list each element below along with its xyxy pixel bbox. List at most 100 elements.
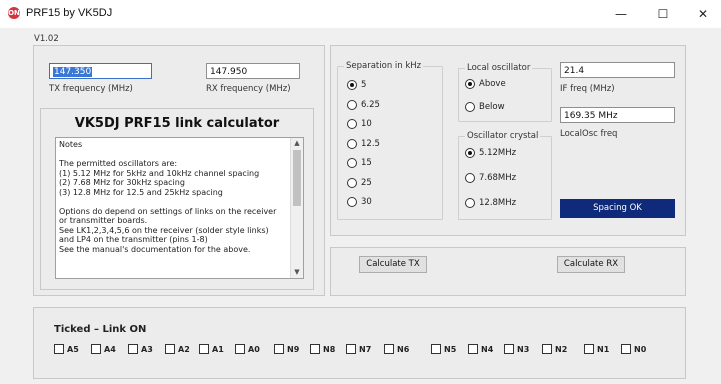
checkbox-box[interactable] xyxy=(54,344,64,354)
notes-line xyxy=(59,197,289,207)
link-label: N9 xyxy=(287,344,300,354)
radio-dot[interactable] xyxy=(465,79,475,89)
left-panel: V1.02 147.350 TX frequency (MHz) 147.950… xyxy=(33,34,325,296)
notes-line: or transmitter boards. xyxy=(59,216,148,225)
link-label: N4 xyxy=(481,344,494,354)
checkbox-box[interactable] xyxy=(504,344,514,354)
checkbox-box[interactable] xyxy=(621,344,631,354)
local-oscillator-radio-label: Above xyxy=(479,79,506,89)
notes-line: and LP4 on the transmitter (pins 1-8) xyxy=(59,235,208,244)
links-title: Ticked – Link ON xyxy=(54,324,147,335)
link-checkbox[interactable]: A1 xyxy=(199,344,224,354)
radio-dot[interactable] xyxy=(347,119,357,129)
oscillator-crystal-radio-1[interactable]: 7.68MHz xyxy=(465,173,516,183)
link-checkbox[interactable]: A3 xyxy=(128,344,153,354)
separation-radio-label: 5 xyxy=(361,80,367,90)
radio-dot[interactable] xyxy=(347,158,357,168)
checkbox-box[interactable] xyxy=(542,344,552,354)
notes-textarea[interactable]: Notes The permitted oscillators are: (1) 5… xyxy=(55,137,304,279)
link-checkbox[interactable]: N9 xyxy=(274,344,299,354)
checkbox-box[interactable] xyxy=(235,344,245,354)
radio-dot[interactable] xyxy=(347,177,357,188)
checkbox-box[interactable] xyxy=(346,344,356,354)
title-bar: ON PRF15 by VK5DJ — ☐ ✕ xyxy=(0,0,721,28)
app-icon: ON xyxy=(8,7,20,19)
checkbox-box[interactable] xyxy=(199,344,209,354)
scroll-down-icon[interactable]: ▼ xyxy=(291,267,303,278)
checkbox-box[interactable] xyxy=(91,344,101,354)
link-label: A0 xyxy=(248,344,260,354)
separation-radio-2[interactable]: 10 xyxy=(347,119,372,129)
link-label: N0 xyxy=(634,344,647,354)
scroll-thumb[interactable] xyxy=(293,150,301,206)
checkbox-box[interactable] xyxy=(165,344,175,354)
separation-radio-0[interactable]: 5 xyxy=(347,80,366,90)
checkbox-box[interactable] xyxy=(384,344,394,354)
link-checkbox[interactable]: A4 xyxy=(91,344,116,354)
separation-radio-1[interactable]: 6.25 xyxy=(347,99,380,110)
separation-radio-3[interactable]: 12.5 xyxy=(347,138,380,149)
calculate-rx-button[interactable]: Calculate RX xyxy=(557,256,625,273)
link-checkbox[interactable]: N2 xyxy=(542,344,567,354)
checkbox-box[interactable] xyxy=(468,344,478,354)
link-checkbox[interactable]: N5 xyxy=(431,344,456,354)
link-checkbox[interactable]: N1 xyxy=(584,344,609,354)
oscillator-crystal-radio-0[interactable]: 5.12MHz xyxy=(465,148,516,158)
local-oscillator-radio-0[interactable]: Above xyxy=(465,79,506,89)
oscillator-crystal-radio-2[interactable]: 12.8MHz xyxy=(465,198,516,208)
link-checkbox[interactable]: N4 xyxy=(468,344,493,354)
checkbox-box[interactable] xyxy=(128,344,138,354)
checkbox-box[interactable] xyxy=(584,344,594,354)
if-freq-input[interactable]: 21.4 xyxy=(560,62,675,78)
maximize-button[interactable]: ☐ xyxy=(650,6,676,22)
calculator-heading: VK5DJ PRF15 link calculator xyxy=(74,116,280,131)
link-label: N2 xyxy=(555,344,568,354)
radio-dot[interactable] xyxy=(347,80,357,90)
localosc-freq-input[interactable]: 169.35 MHz xyxy=(560,107,675,123)
separation-radio-6[interactable]: 30 xyxy=(347,197,372,207)
radio-dot[interactable] xyxy=(347,197,357,207)
link-checkbox[interactable]: N3 xyxy=(504,344,529,354)
radio-dot[interactable] xyxy=(465,198,475,208)
oscillator-crystal-group: Oscillator crystal 5.12MHz 7.68MHz 12.8MHz xyxy=(458,131,552,220)
tx-frequency-input[interactable]: 147.350 xyxy=(49,63,152,79)
checkbox-box[interactable] xyxy=(274,344,284,354)
radio-dot[interactable] xyxy=(347,99,357,110)
separation-group: Separation in kHz 5 6.25 10 12.5 15 25 30 xyxy=(337,61,443,220)
localosc-freq-label: LocalOsc freq xyxy=(560,129,618,139)
link-checkbox[interactable]: A0 xyxy=(235,344,260,354)
link-checkbox[interactable]: A5 xyxy=(54,344,79,354)
notes-line: See the manual's documentation for the a… xyxy=(59,244,251,254)
separation-title: Separation in kHz xyxy=(344,61,424,71)
separation-radio-5[interactable]: 25 xyxy=(347,177,372,188)
separation-radio-label: 25 xyxy=(361,177,372,188)
calculator-box: VK5DJ PRF15 link calculator Notes The per… xyxy=(40,108,314,290)
scroll-up-icon[interactable]: ▲ xyxy=(291,138,303,149)
link-label: A2 xyxy=(178,344,190,354)
notes-line: The permitted oscillators are: xyxy=(59,159,178,168)
link-checkbox[interactable]: N8 xyxy=(310,344,335,354)
radio-dot[interactable] xyxy=(465,173,475,183)
close-button[interactable]: ✕ xyxy=(690,6,716,22)
link-checkbox[interactable]: N0 xyxy=(621,344,646,354)
minimize-button[interactable]: — xyxy=(608,6,634,22)
radio-dot[interactable] xyxy=(347,138,357,149)
radio-dot[interactable] xyxy=(465,102,475,112)
calculate-tx-button[interactable]: Calculate TX xyxy=(359,256,427,273)
notes-line xyxy=(59,150,289,160)
link-label: A5 xyxy=(67,344,79,354)
rx-frequency-input[interactable]: 147.950 xyxy=(206,63,300,79)
radio-dot[interactable] xyxy=(465,148,475,158)
notes-scrollbar[interactable]: ▲ ▼ xyxy=(290,138,303,278)
separation-radio-4[interactable]: 15 xyxy=(347,158,372,168)
link-label: A1 xyxy=(212,344,224,354)
link-checkbox[interactable]: A2 xyxy=(165,344,190,354)
link-checkbox[interactable]: N7 xyxy=(346,344,371,354)
link-checkbox[interactable]: N6 xyxy=(384,344,409,354)
oscillator-crystal-radio-label: 12.8MHz xyxy=(479,198,517,208)
checkbox-box[interactable] xyxy=(431,344,441,354)
checkbox-box[interactable] xyxy=(310,344,320,354)
notes-line: Options do depend on settings of links o… xyxy=(59,206,277,216)
notes-line: (1) 5.12 MHz for 5kHz and 10kHz channel … xyxy=(59,168,260,178)
local-oscillator-radio-1[interactable]: Below xyxy=(465,102,505,112)
